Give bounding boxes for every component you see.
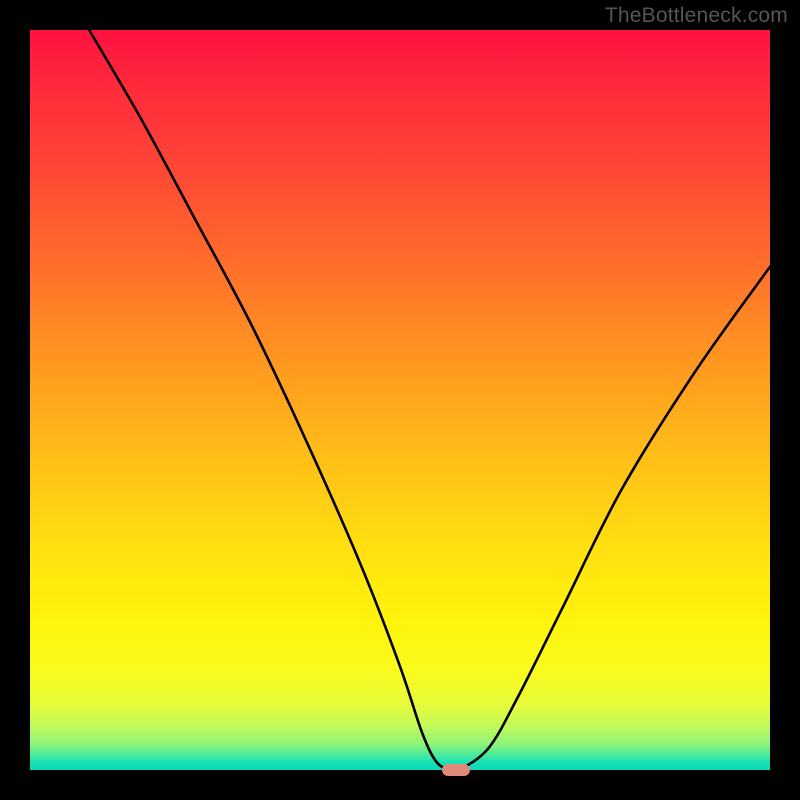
chart-frame: TheBottleneck.com (0, 0, 800, 800)
watermark-text: TheBottleneck.com (605, 4, 788, 28)
bottleneck-curve (89, 30, 770, 772)
plot-area (30, 30, 770, 770)
curve-svg (30, 30, 770, 770)
minimum-marker (442, 764, 470, 776)
